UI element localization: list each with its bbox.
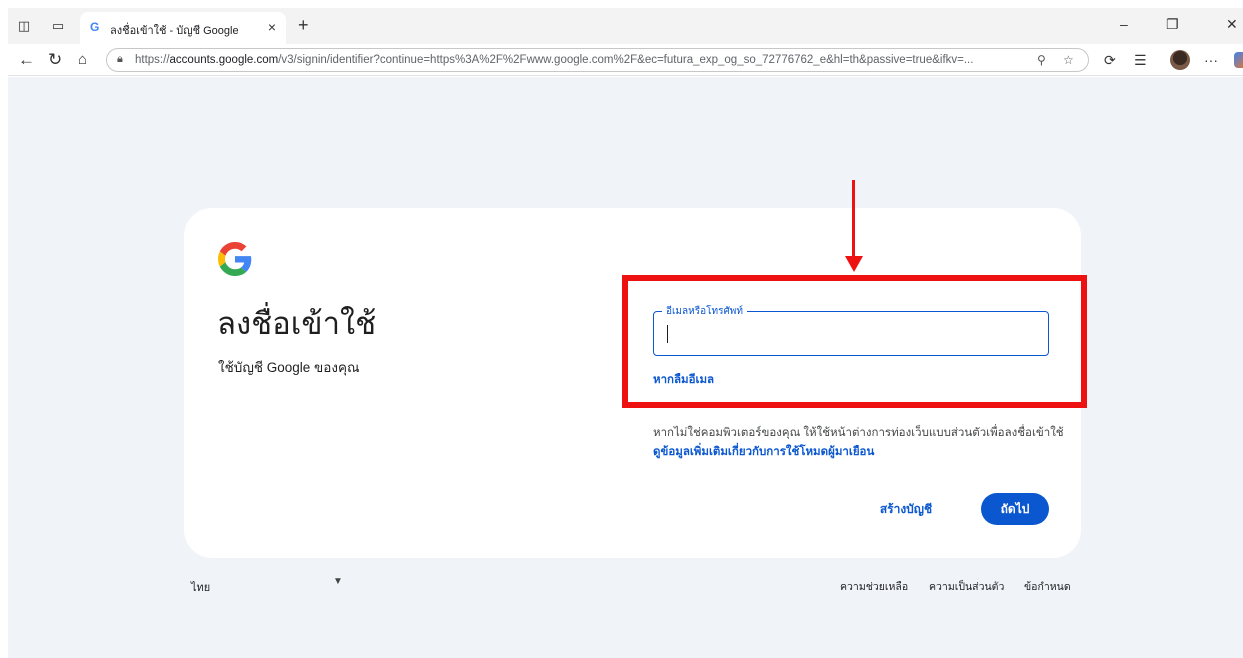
back-icon[interactable]: ←	[18, 50, 35, 70]
create-account-button[interactable]: สร้างบัญชี	[860, 495, 952, 523]
favorites-icon[interactable]: ☰	[1134, 52, 1147, 69]
google-logo-icon	[218, 242, 252, 276]
tab-strip: ◫ ▭ G ลงชื่อเข้าใช้ - บัญชี Google × + –…	[8, 8, 1243, 44]
copilot-icon[interactable]	[1234, 52, 1243, 68]
tab-close-icon[interactable]: ×	[268, 19, 276, 35]
address-bar[interactable]: 🔒︎ https://accounts.google.com/v3/signin…	[106, 48, 1089, 72]
window-close-icon[interactable]: ✕	[1226, 16, 1238, 33]
privacy-link[interactable]: ความเป็นส่วนตัว	[929, 578, 1004, 595]
annotation-arrow-head	[845, 256, 863, 272]
lock-icon[interactable]: 🔒︎	[117, 53, 123, 66]
restore-icon[interactable]: ❐	[1166, 16, 1179, 33]
page-title: ลงชื่อเข้าใช้	[217, 306, 377, 342]
favorite-star-icon[interactable]: ☆	[1063, 53, 1074, 67]
language-selector[interactable]: ไทย	[191, 578, 210, 596]
google-g-icon: G	[90, 20, 100, 34]
active-tab[interactable]: G ลงชื่อเข้าใช้ - บัญชี Google ×	[80, 12, 286, 44]
help-link[interactable]: ความช่วยเหลือ	[840, 578, 908, 595]
guest-notice: หากไม่ใช่คอมพิวเตอร์ของคุณ ให้ใช้หน้าต่า…	[653, 427, 1064, 439]
reload-icon[interactable]: ↻	[48, 50, 62, 70]
next-button[interactable]: ถัดไป	[981, 493, 1049, 525]
guest-mode-link[interactable]: ดูข้อมูลเพิ่มเติมเกี่ยวกับการใช้โหมดผู้ม…	[653, 443, 874, 461]
navigation-bar: ← ↻ ⌂ 🔒︎ https://accounts.google.com/v3/…	[8, 44, 1243, 76]
search-key-icon[interactable]: ⚲	[1037, 53, 1046, 67]
tab-title: ลงชื่อเข้าใช้ - บัญชี Google	[110, 25, 239, 37]
browser-window: ◫ ▭ G ลงชื่อเข้าใช้ - บัญชี Google × + –…	[0, 0, 1243, 658]
page-subtitle: ใช้บัญชี Google ของคุณ	[218, 360, 360, 375]
home-icon[interactable]: ⌂	[78, 50, 87, 70]
tab-actions-icon[interactable]: ▭	[50, 18, 66, 34]
minimize-icon[interactable]: –	[1120, 16, 1128, 32]
address-url[interactable]: https://accounts.google.com/v3/signin/id…	[135, 54, 1015, 66]
new-tab-icon[interactable]: +	[298, 15, 309, 36]
terms-link[interactable]: ข้อกำหนด	[1024, 578, 1071, 595]
workspaces-icon[interactable]: ◫	[16, 18, 32, 34]
extensions-icon[interactable]: ⟳	[1104, 52, 1116, 69]
profile-avatar[interactable]	[1170, 50, 1190, 70]
language-dropdown-icon[interactable]: ▼	[333, 576, 343, 587]
more-menu-icon[interactable]: ···	[1204, 52, 1218, 68]
annotation-highlight-box	[622, 275, 1087, 408]
annotation-arrow	[852, 180, 855, 258]
